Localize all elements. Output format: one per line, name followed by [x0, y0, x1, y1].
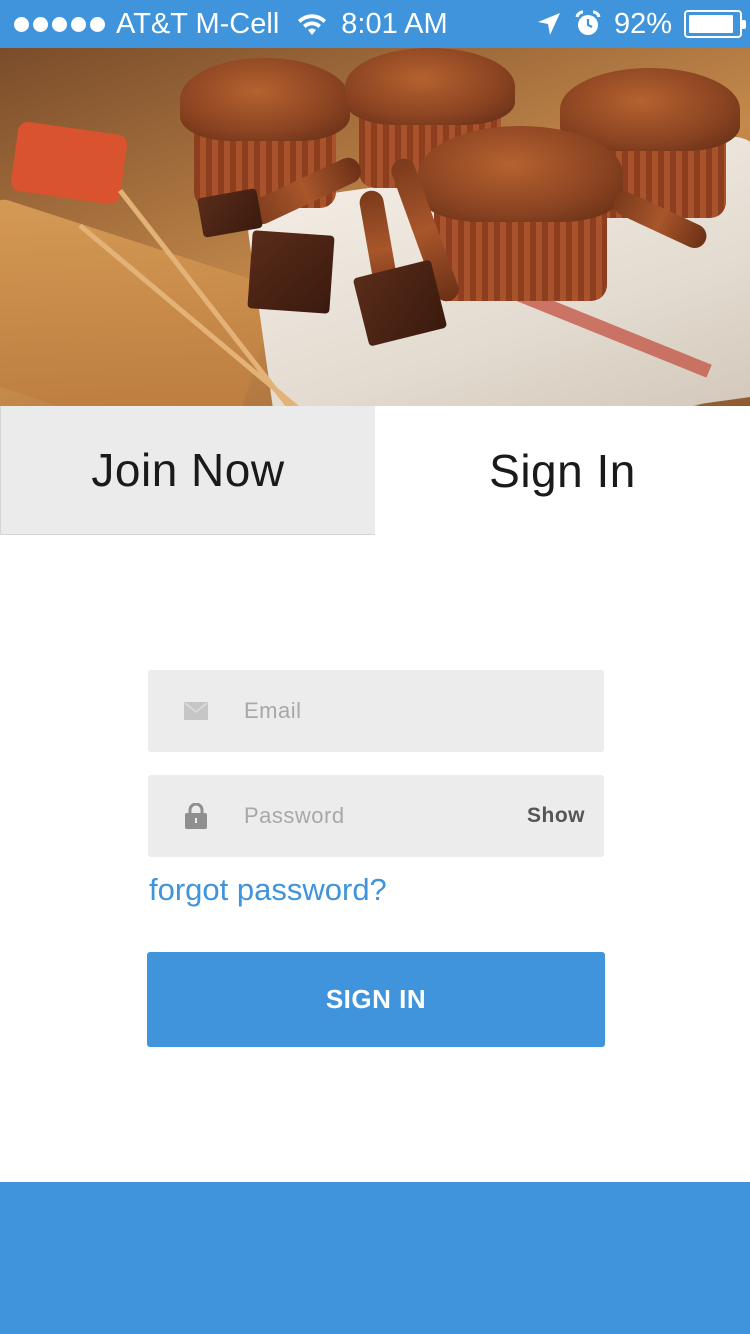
tab-join-now[interactable]: Join Now — [0, 406, 375, 535]
tab-sign-in[interactable]: Sign In — [375, 406, 750, 535]
battery-icon — [684, 10, 746, 38]
lock-icon — [182, 802, 210, 830]
battery-percent: 92% — [613, 7, 672, 40]
password-field[interactable]: Show — [148, 775, 604, 857]
sign-in-button[interactable]: SIGN IN — [147, 952, 605, 1047]
status-bar: AT&T M-Cell 8:01 AM 92% — [0, 0, 750, 48]
envelope-icon — [182, 697, 210, 725]
carrier-name: AT&T M-Cell — [116, 7, 280, 40]
signal-dots-icon — [14, 16, 105, 32]
email-input[interactable] — [244, 698, 504, 724]
email-field[interactable] — [148, 670, 604, 752]
password-input[interactable] — [244, 803, 504, 829]
show-password-toggle[interactable]: Show — [527, 804, 585, 828]
wifi-icon — [298, 14, 327, 35]
footer-band — [0, 1182, 750, 1334]
hero-image — [0, 48, 750, 406]
spatula — [9, 120, 129, 206]
location-arrow-icon — [537, 13, 560, 35]
forgot-password-link[interactable]: forgot password? — [149, 872, 387, 908]
clock-time: 8:01 AM — [341, 7, 448, 40]
chocolate-piece — [247, 230, 335, 314]
auth-tabs: Join Now Sign In — [0, 406, 750, 535]
alarm-clock-icon — [575, 10, 601, 35]
